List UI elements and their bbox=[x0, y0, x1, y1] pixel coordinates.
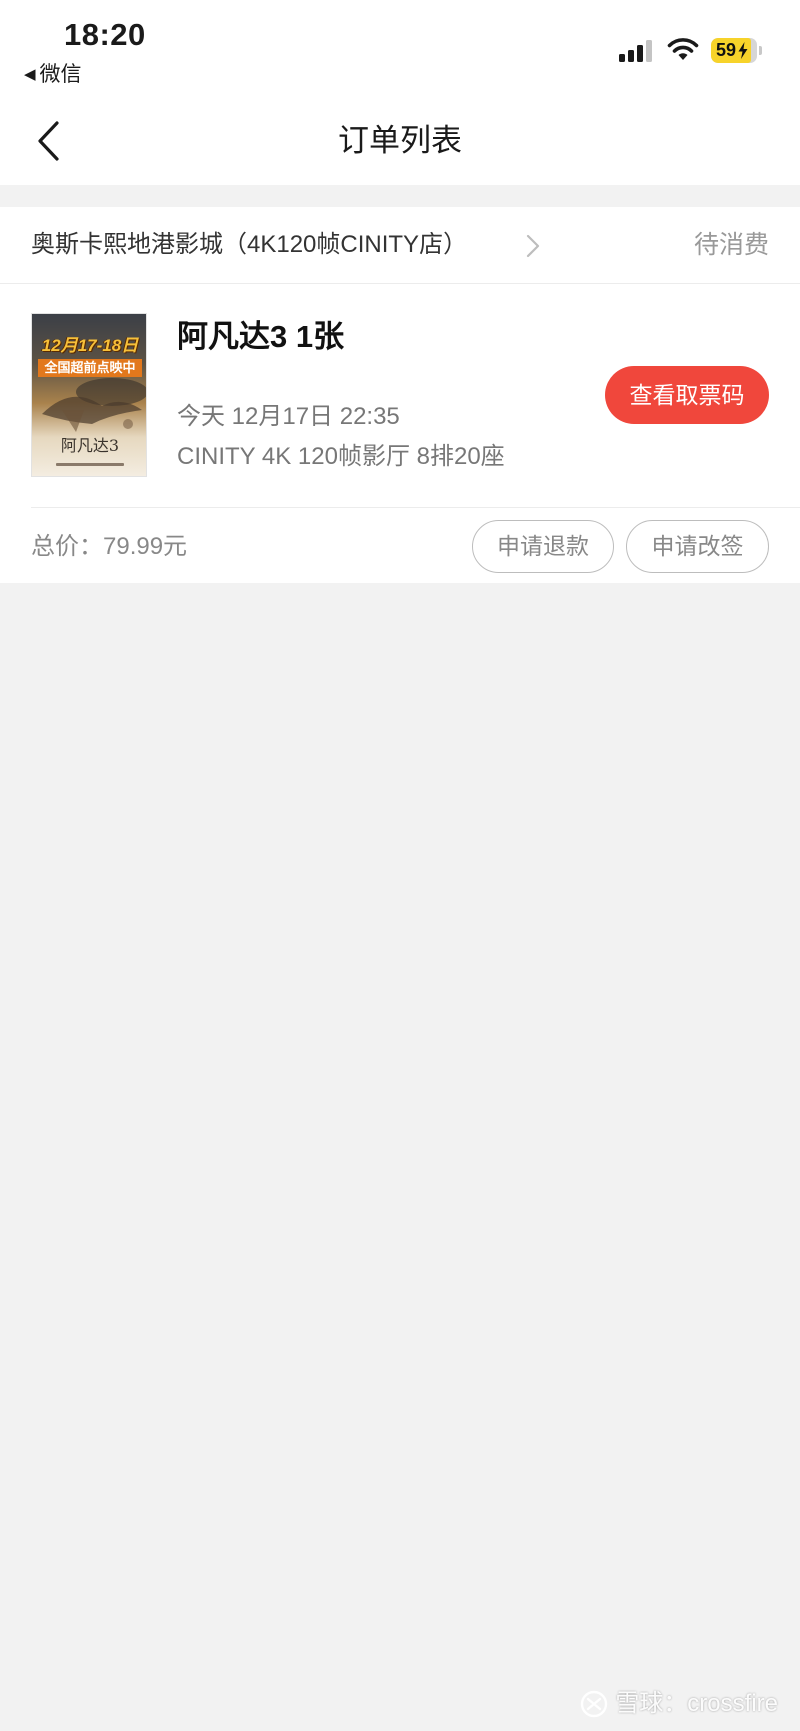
xueqiu-logo-icon bbox=[581, 1690, 608, 1718]
watermark: 雪球：crossfire bbox=[579, 1688, 778, 1720]
view-ticket-code-button[interactable]: 查看取票码 bbox=[605, 366, 769, 424]
page-title: 订单列表 bbox=[338, 123, 462, 158]
header: 18:20 ◀ 微信 59 订单列表 bbox=[0, 0, 800, 185]
back-to-wechat[interactable]: ◀ 微信 bbox=[24, 61, 82, 89]
watermark-text: 雪球：crossfire bbox=[615, 1690, 778, 1717]
status-badge: 待消费 bbox=[693, 231, 769, 259]
change-ticket-button[interactable]: 申请改签 bbox=[626, 520, 769, 573]
poster-title: 阿凡达3 bbox=[60, 436, 120, 455]
poster-date-line: 12月17-18日 bbox=[41, 336, 139, 355]
total-price: 总价：79.99元 bbox=[31, 533, 188, 560]
battery-icon: 59 bbox=[711, 38, 757, 63]
battery-percent: 59 bbox=[716, 40, 737, 60]
back-app-label: 微信 bbox=[39, 63, 82, 86]
cinema-name: 奥斯卡熙地港影城（4K120帧CINITY店） bbox=[31, 231, 468, 258]
charging-bolt-icon bbox=[738, 42, 748, 59]
back-triangle-icon: ◀ bbox=[24, 66, 36, 83]
order-card: 奥斯卡熙地港影城（4K120帧CINITY店） 待消费 12月17-18日 全国… bbox=[0, 207, 800, 583]
chevron-right-icon bbox=[526, 234, 540, 258]
refund-button[interactable]: 申请退款 bbox=[472, 520, 614, 573]
movie-title: 阿凡达3 1张 bbox=[177, 319, 345, 354]
cinema-row[interactable]: 奥斯卡熙地港影城（4K120帧CINITY店） 待消费 bbox=[0, 207, 800, 283]
battery-tip bbox=[759, 46, 762, 55]
poster-banner: 全国超前点映中 bbox=[38, 359, 142, 377]
signal-icon bbox=[619, 38, 659, 62]
divider bbox=[0, 283, 800, 284]
poster-footer-line bbox=[56, 463, 124, 466]
status-time: 18:20 bbox=[64, 17, 146, 52]
divider bbox=[31, 507, 800, 508]
wifi-icon bbox=[667, 38, 699, 60]
showtime: 今天 12月17日 22:35 bbox=[177, 403, 400, 430]
movie-poster[interactable]: 12月17-18日 全国超前点映中 阿凡达3 bbox=[31, 313, 147, 477]
hall-seat: CINITY 4K 120帧影厅 8排20座 bbox=[177, 443, 505, 470]
